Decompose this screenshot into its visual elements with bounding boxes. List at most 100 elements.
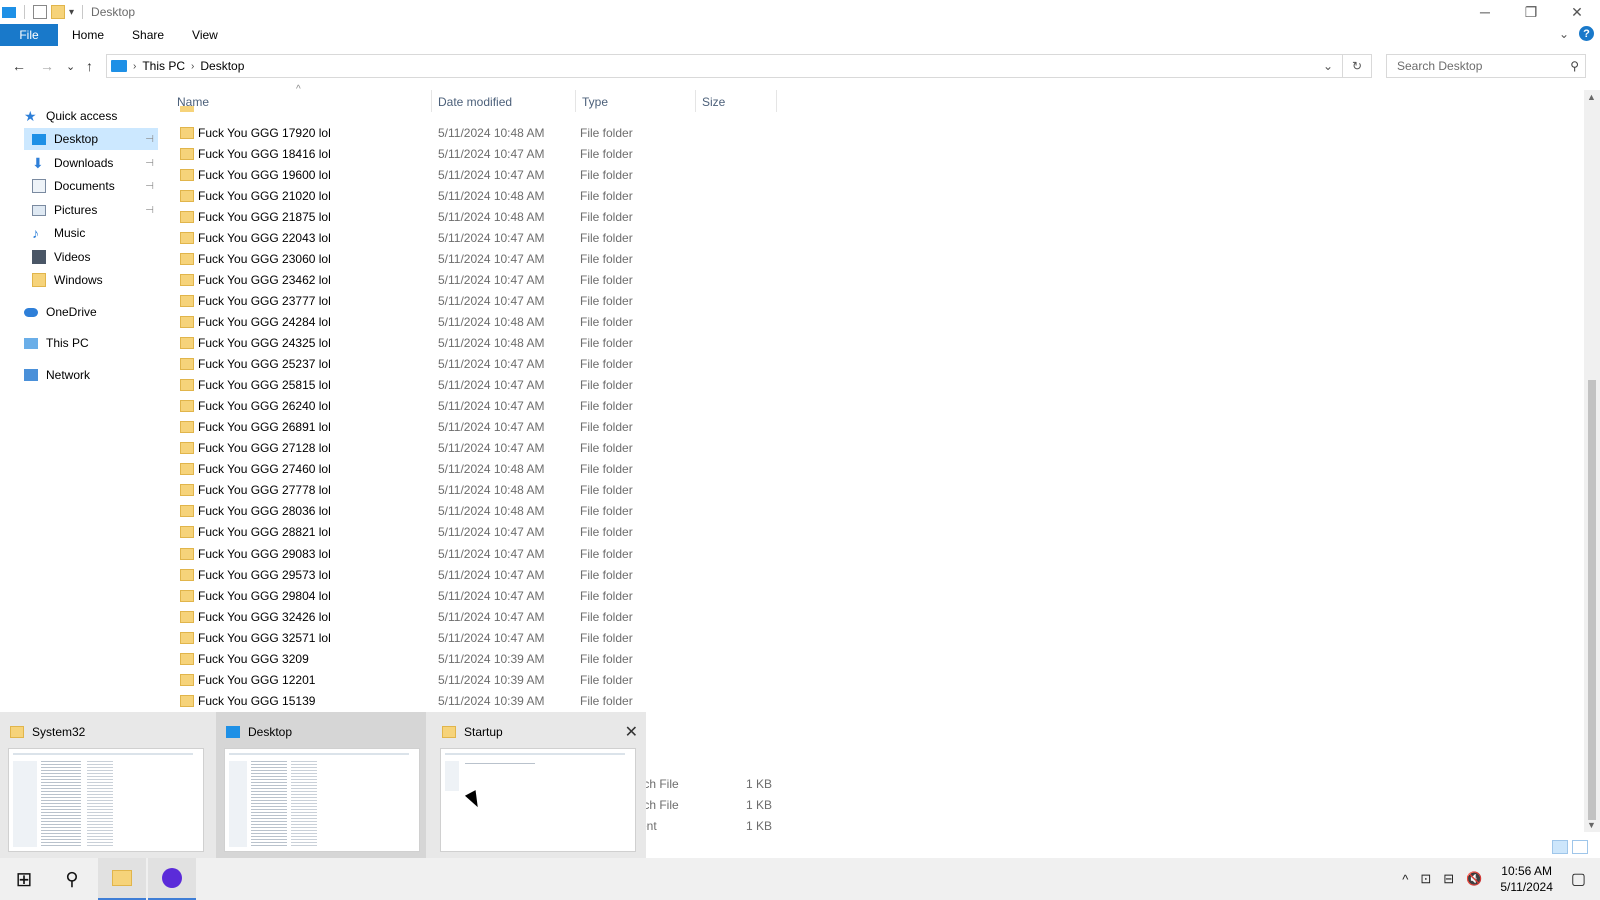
table-row[interactable]: Fuck You GGG 29804 lol 5/11/2024 10:47 AM…	[176, 585, 636, 606]
table-row[interactable]: Fuck You GGG 25237 lol 5/11/2024 10:47 AM…	[176, 354, 636, 375]
customize-toolbar-icon[interactable]: ▾	[69, 7, 74, 18]
file-name: Fuck You GGG 15139	[198, 693, 316, 708]
sidebar-item-videos[interactable]: Videos	[32, 246, 90, 268]
table-row[interactable]: Fuck You GGG 23462 lol 5/11/2024 10:47 AM…	[176, 269, 636, 290]
sidebar-item-pictures[interactable]: Pictures ⊣	[32, 199, 158, 221]
table-row[interactable]: Fuck You GGG 27460 lol 5/11/2024 10:48 AM…	[176, 459, 636, 480]
sidebar-item-documents[interactable]: Documents ⊣	[32, 175, 158, 197]
table-row[interactable]: Fuck You GGG 19600 lol 5/11/2024 10:47 AM…	[176, 164, 636, 185]
sidebar-item-label: Network	[46, 368, 91, 382]
thumbnail-system32[interactable]: System32	[0, 712, 210, 858]
sidebar-item-this-pc[interactable]: This PC	[24, 332, 89, 354]
recent-locations-button[interactable]: ⌄	[66, 60, 75, 73]
thumbnail-desktop[interactable]: Desktop	[216, 712, 426, 858]
date-modified: 5/11/2024 10:48 AM	[438, 188, 545, 203]
expand-ribbon-icon[interactable]: ⌄	[1559, 27, 1569, 41]
refresh-button[interactable]: ↻	[1342, 55, 1371, 77]
properties-icon[interactable]	[33, 5, 47, 19]
table-row[interactable]: Fuck You GGG 3209 5/11/2024 10:39 AM File …	[176, 648, 636, 669]
up-button[interactable]: ↑	[86, 58, 93, 74]
file-explorer-taskbar-button[interactable]	[98, 858, 146, 900]
back-button[interactable]: ←	[12, 58, 26, 74]
close-thumbnail-button[interactable]: ✕	[625, 722, 638, 742]
show-hidden-icons-icon[interactable]: ^	[1402, 872, 1408, 887]
chevron-right-icon[interactable]: ›	[191, 61, 194, 72]
column-divider[interactable]	[776, 90, 777, 112]
pin-icon[interactable]: ⊣	[145, 158, 154, 169]
thumbnail-startup[interactable]: Startup ✕	[432, 712, 646, 858]
start-button[interactable]: ⊞	[0, 858, 48, 900]
chevron-right-icon[interactable]: ›	[133, 61, 136, 72]
table-row[interactable]: Fuck You GGG 27778 lol 5/11/2024 10:48 AM…	[176, 480, 636, 501]
file-name: Fuck You GGG 29804 lol	[198, 588, 331, 603]
pin-icon[interactable]: ⊣	[145, 205, 154, 216]
table-row[interactable]: Fuck You GGG 29573 lol 5/11/2024 10:47 AM…	[176, 564, 636, 585]
sidebar-item-network[interactable]: Network	[24, 364, 90, 386]
close-button[interactable]: ✕	[1554, 0, 1600, 24]
scroll-up-icon[interactable]: ▲	[1587, 92, 1596, 102]
sidebar-item-onedrive[interactable]: OneDrive	[24, 301, 97, 323]
column-divider[interactable]	[695, 90, 696, 112]
table-row[interactable]: Fuck You GGG 32571 lol 5/11/2024 10:47 AM…	[176, 627, 636, 648]
tab-file[interactable]: File	[0, 24, 58, 46]
table-row[interactable]: Fuck You GGG 23060 lol 5/11/2024 10:47 AM…	[176, 248, 636, 269]
sidebar-item-downloads[interactable]: ⬇ Downloads ⊣	[32, 152, 158, 174]
large-icons-view-icon[interactable]	[1572, 840, 1588, 854]
file-type: File folder	[580, 251, 633, 266]
date-modified: 5/11/2024 10:48 AM	[438, 336, 545, 350]
table-row[interactable]: Fuck You GGG 27128 lol 5/11/2024 10:47 AM…	[176, 438, 636, 459]
app-taskbar-button[interactable]	[148, 858, 196, 900]
table-row[interactable]: Fuck You GGG 23777 lol 5/11/2024 10:47 AM…	[176, 290, 636, 311]
table-row[interactable]: Fuck You GGG 26891 lol 5/11/2024 10:47 AM…	[176, 417, 636, 438]
table-row[interactable]: Fuck You GGG 26240 lol 5/11/2024 10:47 AM…	[176, 396, 636, 417]
search-input[interactable]	[1395, 58, 1569, 74]
details-view-icon[interactable]	[1552, 840, 1568, 854]
network-status-icon[interactable]: ⊟	[1443, 871, 1454, 887]
tab-share[interactable]: Share	[118, 24, 178, 46]
table-row[interactable]: Fuck You GGG 12201 5/11/2024 10:39 AM File…	[176, 669, 636, 690]
table-row[interactable]: Fuck You GGG 17920 lol 5/11/2024 10:48 AM…	[176, 122, 636, 143]
table-row[interactable]: Fuck You GGG 32426 lol 5/11/2024 10:47 AM…	[176, 606, 636, 627]
sidebar-item-desktop[interactable]: Desktop ⊣	[24, 128, 158, 150]
table-row[interactable]: Fuck You GGG 18416 lol 5/11/2024 10:47 AM…	[176, 143, 636, 164]
table-row[interactable]: Fuck You GGG 29083 lol 5/11/2024 10:47 AM…	[176, 543, 636, 564]
file-name: Fuck You GGG 22043 lol	[198, 230, 331, 245]
table-row[interactable]: Fuck You GGG 21020 lol 5/11/2024 10:48 AM…	[176, 185, 636, 206]
help-icon[interactable]: ?	[1579, 26, 1594, 41]
sidebar-item-music[interactable]: ♪ Music	[32, 222, 85, 244]
pin-icon[interactable]: ⊣	[145, 181, 154, 192]
table-row[interactable]: Fuck You GGG 22043 lol 5/11/2024 10:47 AM…	[176, 227, 636, 248]
table-row[interactable]: Fuck You GGG 24325 lol 5/11/2024 10:48 AM…	[176, 333, 636, 354]
address-dropdown-button[interactable]: ⌄	[1313, 55, 1342, 77]
column-header-size[interactable]: Size	[702, 92, 725, 112]
table-row[interactable]: Fuck You GGG 15139 5/11/2024 10:39 AM File…	[176, 690, 636, 711]
volume-muted-icon[interactable]: 🔇	[1466, 871, 1482, 887]
sidebar-item-windows[interactable]: Windows	[32, 269, 103, 291]
table-row[interactable]: Fuck You GGG 28821 lol 5/11/2024 10:47 AM…	[176, 522, 636, 543]
address-bar[interactable]: › This PC › Desktop ⌄ ↻	[106, 54, 1372, 78]
table-row[interactable]: Fuck You GGG 21875 lol 5/11/2024 10:48 AM…	[176, 206, 636, 227]
table-row[interactable]: Fuck You GGG 24284 lol 5/11/2024 10:48 AM…	[176, 311, 636, 332]
scroll-down-icon[interactable]: ▼	[1587, 820, 1596, 830]
sidebar-item-quick-access[interactable]: ★ Quick access	[24, 105, 117, 127]
breadcrumb-desktop[interactable]: Desktop	[200, 59, 244, 73]
table-row[interactable]: Fuck You GGG 28036 lol 5/11/2024 10:48 AM…	[176, 501, 636, 522]
table-row[interactable]: Fuck You GGG 25815 lol 5/11/2024 10:47 AM…	[176, 375, 636, 396]
breadcrumb-this-pc[interactable]: This PC	[142, 59, 185, 73]
pin-icon[interactable]: ⊣	[145, 134, 154, 145]
notification-center-icon[interactable]: ▢	[1571, 869, 1586, 889]
search-box[interactable]: ⚲	[1386, 54, 1586, 78]
clock[interactable]: 10:56 AM 5/11/2024	[1500, 863, 1553, 895]
scrollbar-thumb[interactable]	[1588, 380, 1596, 820]
search-button[interactable]: ⚲	[48, 858, 96, 900]
tab-home[interactable]: Home	[58, 24, 118, 46]
forward-button[interactable]: →	[40, 58, 54, 74]
restore-button[interactable]: ❐	[1508, 0, 1554, 24]
meet-now-icon[interactable]: ⊡	[1420, 871, 1431, 887]
vertical-scrollbar[interactable]: ▲ ▼	[1584, 90, 1600, 832]
tab-view[interactable]: View	[178, 24, 232, 46]
documents-icon	[32, 179, 46, 193]
file-name: Fuck You GGG 23462 lol	[198, 272, 331, 287]
new-folder-icon[interactable]	[51, 5, 65, 19]
minimize-button[interactable]: ─	[1462, 0, 1508, 24]
